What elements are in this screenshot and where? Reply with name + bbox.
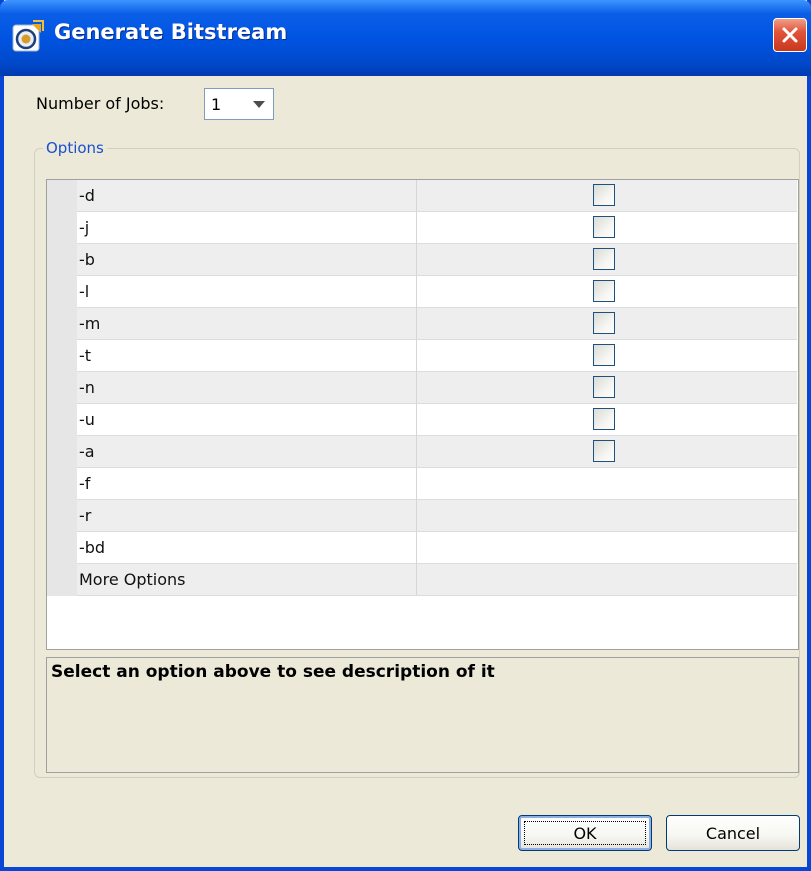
option-value[interactable] <box>417 244 797 276</box>
option-value[interactable] <box>417 212 797 244</box>
option-name[interactable]: -j <box>77 212 417 244</box>
table-row[interactable]: -a <box>77 436 797 468</box>
number-of-jobs-label: Number of Jobs: <box>36 94 165 113</box>
option-checkbox[interactable] <box>593 408 615 430</box>
option-name[interactable]: -n <box>77 372 417 404</box>
number-of-jobs-dropdown[interactable]: 1 <box>204 88 274 120</box>
option-value[interactable] <box>417 532 797 564</box>
table-row[interactable]: -m <box>77 308 797 340</box>
option-checkbox[interactable] <box>593 216 615 238</box>
option-checkbox[interactable] <box>593 376 615 398</box>
table-row[interactable]: -d <box>77 180 797 212</box>
option-name[interactable]: -a <box>77 436 417 468</box>
option-checkbox[interactable] <box>593 248 615 270</box>
table-row[interactable]: -bd <box>77 532 797 564</box>
option-checkbox[interactable] <box>593 280 615 302</box>
dialog-body: Number of Jobs: 1 Options -d -j -b -l -m… <box>4 76 807 867</box>
options-group: Options -d -j -b -l -m -t -n -u -a -f -r… <box>34 139 800 778</box>
option-name[interactable]: -r <box>77 500 417 532</box>
table-row[interactable]: -l <box>77 276 797 308</box>
app-logo-icon <box>12 20 44 52</box>
table-row[interactable]: -b <box>77 244 797 276</box>
close-icon <box>782 27 798 43</box>
number-of-jobs-value: 1 <box>211 95 222 114</box>
window-title: Generate Bitstream <box>54 20 288 44</box>
chevron-down-icon[interactable] <box>253 101 265 108</box>
table-row[interactable]: -f <box>77 468 797 500</box>
option-value[interactable] <box>417 276 797 308</box>
table-row[interactable]: More Options <box>77 564 797 596</box>
option-name[interactable]: -f <box>77 468 417 500</box>
option-value[interactable] <box>417 404 797 436</box>
option-name[interactable]: -u <box>77 404 417 436</box>
option-value[interactable] <box>417 372 797 404</box>
option-name[interactable]: -l <box>77 276 417 308</box>
table-row[interactable]: -j <box>77 212 797 244</box>
option-value[interactable] <box>417 180 797 212</box>
table-row[interactable]: -n <box>77 372 797 404</box>
title-bar[interactable]: Generate Bitstream <box>0 0 811 76</box>
option-value[interactable] <box>417 340 797 372</box>
option-name[interactable]: -m <box>77 308 417 340</box>
options-table[interactable]: -d -j -b -l -m -t -n -u -a -f -r -bd Mor… <box>46 179 799 650</box>
focus-ring <box>524 821 646 845</box>
option-name[interactable]: -d <box>77 180 417 212</box>
option-value[interactable] <box>417 308 797 340</box>
option-description-panel: Select an option above to see descriptio… <box>46 657 799 773</box>
table-row[interactable]: -r <box>77 500 797 532</box>
option-value[interactable] <box>417 564 797 596</box>
option-name[interactable]: -t <box>77 340 417 372</box>
close-button[interactable] <box>773 18 807 52</box>
options-group-label: Options <box>43 139 107 157</box>
option-name[interactable]: -b <box>77 244 417 276</box>
option-description-text: Select an option above to see descriptio… <box>51 662 495 682</box>
option-checkbox[interactable] <box>593 440 615 462</box>
option-name[interactable]: -bd <box>77 532 417 564</box>
option-value[interactable] <box>417 468 797 500</box>
table-row-header-gutter <box>47 180 77 596</box>
option-checkbox[interactable] <box>593 184 615 206</box>
option-checkbox[interactable] <box>593 344 615 366</box>
ok-button[interactable]: OK <box>518 815 652 851</box>
cancel-button[interactable]: Cancel <box>666 815 800 851</box>
table-row[interactable]: -u <box>77 404 797 436</box>
option-value[interactable] <box>417 436 797 468</box>
generate-bitstream-dialog: Generate Bitstream Number of Jobs: 1 Opt… <box>0 0 811 871</box>
option-checkbox[interactable] <box>593 312 615 334</box>
option-name[interactable]: More Options <box>77 564 417 596</box>
option-value[interactable] <box>417 500 797 532</box>
table-row[interactable]: -t <box>77 340 797 372</box>
cancel-button-label: Cancel <box>705 823 761 843</box>
